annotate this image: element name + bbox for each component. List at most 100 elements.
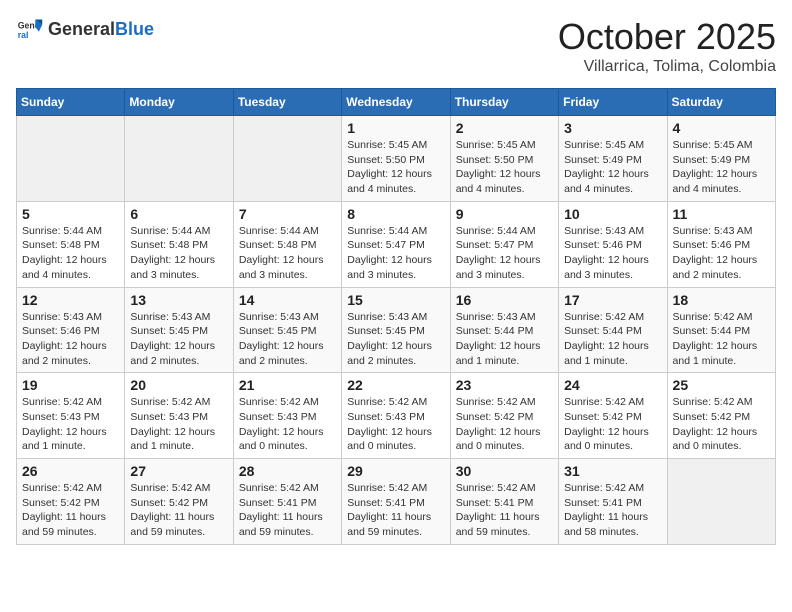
day-number: 24 [564,377,661,393]
day-number: 25 [673,377,770,393]
day-info: Sunrise: 5:45 AM Sunset: 5:50 PM Dayligh… [456,138,553,197]
calendar-cell: 30 Sunrise: 5:42 AM Sunset: 5:41 PM Dayli… [450,459,558,545]
calendar-table: SundayMondayTuesdayWednesdayThursdayFrid… [16,88,776,545]
day-number: 23 [456,377,553,393]
day-info: Sunrise: 5:42 AM Sunset: 5:44 PM Dayligh… [673,310,770,369]
logo-blue-text: Blue [115,19,154,39]
day-number: 21 [239,377,336,393]
calendar-week-1: 1 Sunrise: 5:45 AM Sunset: 5:50 PM Daylig… [17,116,776,202]
calendar-cell: 14Sunrise: 5:43 AM Sunset: 5:45 PM Dayli… [233,287,341,373]
day-info: Sunrise: 5:44 AM Sunset: 5:48 PM Dayligh… [239,224,336,283]
calendar-cell: 3Sunrise: 5:45 AM Sunset: 5:49 PM Daylig… [559,116,667,202]
calendar-cell: 7Sunrise: 5:44 AM Sunset: 5:48 PM Daylig… [233,201,341,287]
calendar-cell [125,116,233,202]
day-info: Sunrise: 5:42 AM Sunset: 5:42 PM Dayligh… [22,481,119,540]
day-number: 9 [456,206,553,222]
weekday-header-sunday: Sunday [17,89,125,116]
calendar-cell: 13Sunrise: 5:43 AM Sunset: 5:45 PM Dayli… [125,287,233,373]
day-info: Sunrise: 5:42 AM Sunset: 5:41 PM Dayligh… [347,481,444,540]
day-info: Sunrise: 5:43 AM Sunset: 5:46 PM Dayligh… [22,310,119,369]
calendar-cell: 1 Sunrise: 5:45 AM Sunset: 5:50 PM Daylig… [342,116,450,202]
calendar-cell: 19 Sunrise: 5:42 AM Sunset: 5:43 PM Dayli… [17,373,125,459]
calendar-cell: 27 Sunrise: 5:42 AM Sunset: 5:42 PM Dayli… [125,459,233,545]
calendar-week-5: 26 Sunrise: 5:42 AM Sunset: 5:42 PM Dayli… [17,459,776,545]
weekday-header-thursday: Thursday [450,89,558,116]
day-info: Sunrise: 5:42 AM Sunset: 5:42 PM Dayligh… [673,395,770,454]
day-number: 15 [347,292,444,308]
day-info: Sunrise: 5:45 AM Sunset: 5:49 PM Dayligh… [564,138,661,197]
logo-icon: Gene ral [16,16,44,44]
day-number: 11 [673,206,770,222]
day-number: 2 [456,120,553,136]
calendar-cell: 12Sunrise: 5:43 AM Sunset: 5:46 PM Dayli… [17,287,125,373]
day-number: 10 [564,206,661,222]
day-info: Sunrise: 5:44 AM Sunset: 5:48 PM Dayligh… [130,224,227,283]
day-number: 29 [347,463,444,479]
calendar-cell: 31Sunrise: 5:42 AM Sunset: 5:41 PM Dayli… [559,459,667,545]
calendar-cell: 26 Sunrise: 5:42 AM Sunset: 5:42 PM Dayli… [17,459,125,545]
day-info: Sunrise: 5:45 AM Sunset: 5:49 PM Dayligh… [673,138,770,197]
day-info: Sunrise: 5:43 AM Sunset: 5:45 PM Dayligh… [130,310,227,369]
day-info: Sunrise: 5:42 AM Sunset: 5:42 PM Dayligh… [130,481,227,540]
day-info: Sunrise: 5:43 AM Sunset: 5:44 PM Dayligh… [456,310,553,369]
day-number: 8 [347,206,444,222]
calendar-cell: 29 Sunrise: 5:42 AM Sunset: 5:41 PM Dayli… [342,459,450,545]
calendar-week-2: 5 Sunrise: 5:44 AM Sunset: 5:48 PM Daylig… [17,201,776,287]
calendar-cell [667,459,775,545]
page-header: Gene ral GeneralBlue October 2025 Villar… [16,16,776,76]
calendar-cell: 15 Sunrise: 5:43 AM Sunset: 5:45 PM Dayli… [342,287,450,373]
calendar-cell: 21 Sunrise: 5:42 AM Sunset: 5:43 PM Dayli… [233,373,341,459]
weekday-header-saturday: Saturday [667,89,775,116]
day-number: 4 [673,120,770,136]
day-info: Sunrise: 5:42 AM Sunset: 5:43 PM Dayligh… [347,395,444,454]
calendar-cell: 25 Sunrise: 5:42 AM Sunset: 5:42 PM Dayli… [667,373,775,459]
weekday-header-monday: Monday [125,89,233,116]
day-number: 26 [22,463,119,479]
calendar-cell: 20Sunrise: 5:42 AM Sunset: 5:43 PM Dayli… [125,373,233,459]
day-number: 5 [22,206,119,222]
day-info: Sunrise: 5:45 AM Sunset: 5:50 PM Dayligh… [347,138,444,197]
day-info: Sunrise: 5:42 AM Sunset: 5:41 PM Dayligh… [239,481,336,540]
calendar-cell: 5 Sunrise: 5:44 AM Sunset: 5:48 PM Daylig… [17,201,125,287]
logo-general-text: General [48,19,115,39]
calendar-cell: 16Sunrise: 5:43 AM Sunset: 5:44 PM Dayli… [450,287,558,373]
day-number: 6 [130,206,227,222]
day-number: 18 [673,292,770,308]
day-info: Sunrise: 5:44 AM Sunset: 5:47 PM Dayligh… [456,224,553,283]
day-number: 14 [239,292,336,308]
day-info: Sunrise: 5:42 AM Sunset: 5:43 PM Dayligh… [130,395,227,454]
day-info: Sunrise: 5:42 AM Sunset: 5:41 PM Dayligh… [456,481,553,540]
calendar-cell [233,116,341,202]
svg-text:ral: ral [18,30,29,40]
calendar-cell [17,116,125,202]
calendar-cell: 22Sunrise: 5:42 AM Sunset: 5:43 PM Dayli… [342,373,450,459]
day-number: 28 [239,463,336,479]
day-info: Sunrise: 5:43 AM Sunset: 5:46 PM Dayligh… [673,224,770,283]
day-info: Sunrise: 5:43 AM Sunset: 5:45 PM Dayligh… [347,310,444,369]
day-info: Sunrise: 5:42 AM Sunset: 5:44 PM Dayligh… [564,310,661,369]
calendar-cell: 2 Sunrise: 5:45 AM Sunset: 5:50 PM Daylig… [450,116,558,202]
weekday-header-tuesday: Tuesday [233,89,341,116]
day-info: Sunrise: 5:42 AM Sunset: 5:43 PM Dayligh… [239,395,336,454]
day-number: 1 [347,120,444,136]
calendar-cell: 28 Sunrise: 5:42 AM Sunset: 5:41 PM Dayli… [233,459,341,545]
location-text: Villarrica, Tolima, Colombia [558,58,776,76]
day-number: 19 [22,377,119,393]
day-info: Sunrise: 5:42 AM Sunset: 5:41 PM Dayligh… [564,481,661,540]
day-info: Sunrise: 5:44 AM Sunset: 5:48 PM Dayligh… [22,224,119,283]
month-title: October 2025 [558,16,776,58]
day-number: 27 [130,463,227,479]
calendar-cell: 4 Sunrise: 5:45 AM Sunset: 5:49 PM Daylig… [667,116,775,202]
calendar-cell: 11 Sunrise: 5:43 AM Sunset: 5:46 PM Dayli… [667,201,775,287]
calendar-cell: 18 Sunrise: 5:42 AM Sunset: 5:44 PM Dayli… [667,287,775,373]
calendar-cell: 8 Sunrise: 5:44 AM Sunset: 5:47 PM Daylig… [342,201,450,287]
day-number: 30 [456,463,553,479]
calendar-week-4: 19 Sunrise: 5:42 AM Sunset: 5:43 PM Dayli… [17,373,776,459]
calendar-cell: 23Sunrise: 5:42 AM Sunset: 5:42 PM Dayli… [450,373,558,459]
calendar-cell: 9 Sunrise: 5:44 AM Sunset: 5:47 PM Daylig… [450,201,558,287]
calendar-week-3: 12Sunrise: 5:43 AM Sunset: 5:46 PM Dayli… [17,287,776,373]
day-info: Sunrise: 5:42 AM Sunset: 5:43 PM Dayligh… [22,395,119,454]
title-block: October 2025 Villarrica, Tolima, Colombi… [558,16,776,76]
weekday-header-wednesday: Wednesday [342,89,450,116]
day-info: Sunrise: 5:44 AM Sunset: 5:47 PM Dayligh… [347,224,444,283]
